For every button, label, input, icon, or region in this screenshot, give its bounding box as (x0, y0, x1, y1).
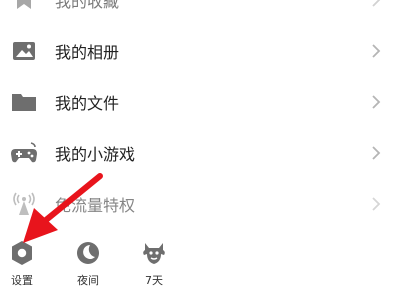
menu-item-label: 我的相册 (55, 42, 120, 62)
menu-item-favorites[interactable]: 我的收藏 (0, 0, 400, 25)
menu-item-label: 我的小游戏 (55, 144, 136, 164)
menu-item-data-privilege[interactable]: 免流量特权 (0, 178, 400, 229)
settings-label: 设置 (11, 274, 33, 287)
moon-icon (77, 242, 99, 264)
bookmark-icon (9, 0, 39, 15)
menu-item-files[interactable]: 我的文件 (0, 76, 400, 127)
menu-item-minigames[interactable]: 我的小游戏 (0, 127, 400, 178)
chevron-right-icon (372, 145, 381, 160)
folder-icon (9, 87, 39, 117)
gamepad-icon (9, 138, 39, 168)
menu-item-label: 我的收藏 (55, 0, 120, 11)
night-mode-label: 夜间 (77, 274, 99, 287)
menu-item-label: 免流量特权 (55, 195, 136, 215)
seven-days-button[interactable]: 7天 (129, 232, 179, 292)
screen: 我的收藏 我的相册 我的文件 我的小游戏 免流量特权 设置 夜间 7天 (0, 0, 400, 300)
seven-days-label: 7天 (145, 274, 163, 287)
menu-item-label: 我的文件 (55, 93, 120, 113)
chevron-right-icon (372, 43, 381, 58)
menu-item-album[interactable]: 我的相册 (0, 25, 400, 76)
menu-list: 我的收藏 我的相册 我的文件 我的小游戏 免流量特权 (0, 0, 400, 229)
mascot-icon (143, 243, 165, 264)
chevron-right-icon (372, 94, 381, 109)
signal-tower-icon (9, 189, 39, 219)
chevron-right-icon (372, 196, 381, 211)
settings-button[interactable]: 设置 (0, 232, 47, 292)
settings-icon (12, 241, 32, 265)
image-icon (9, 36, 39, 66)
chevron-right-icon (372, 0, 380, 7)
bottom-toolbar: 设置 夜间 7天 (0, 232, 400, 300)
night-mode-button[interactable]: 夜间 (63, 232, 113, 292)
